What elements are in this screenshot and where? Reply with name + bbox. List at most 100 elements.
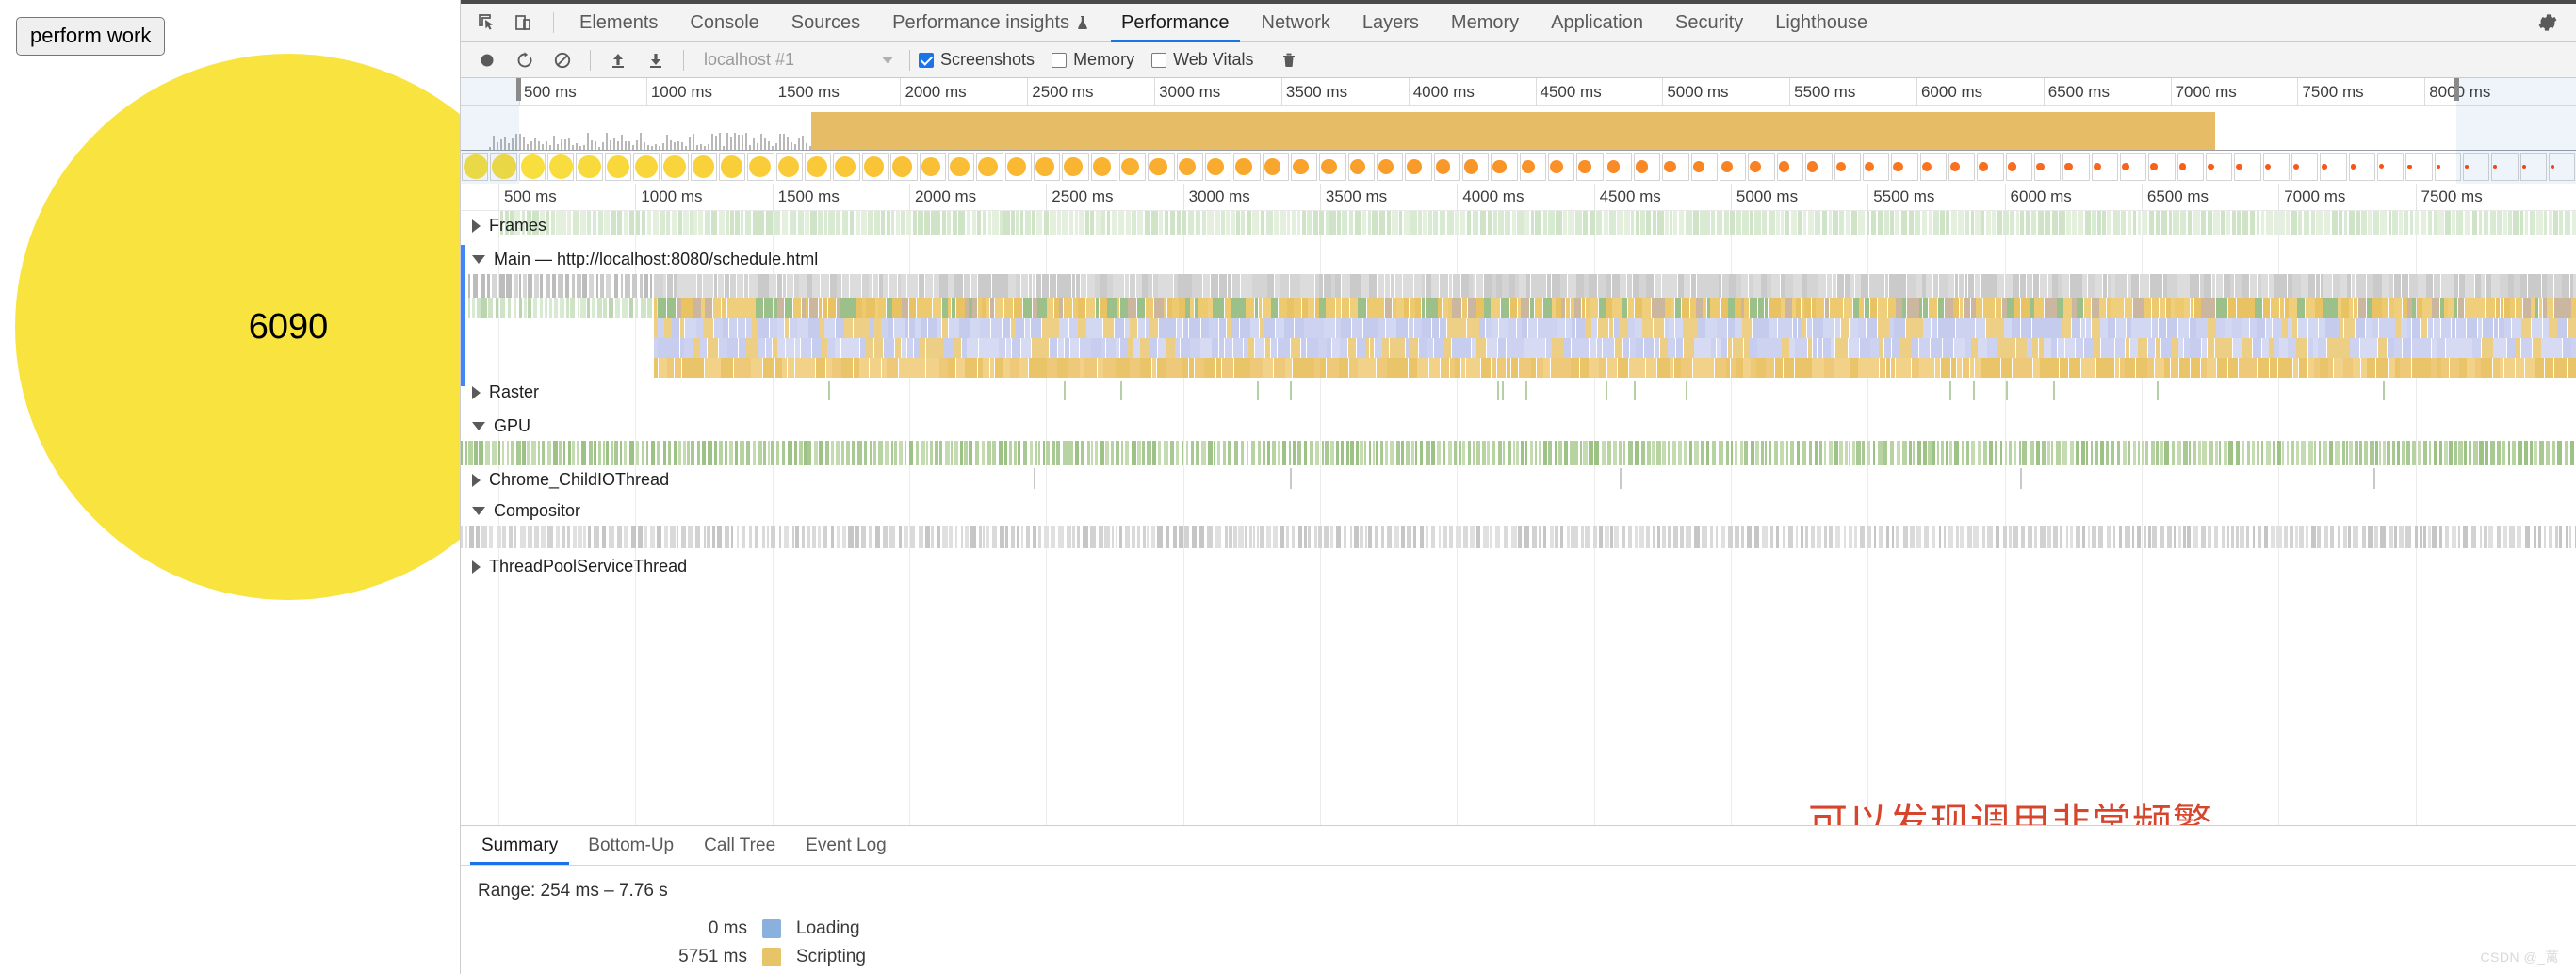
flame-event[interactable]: [752, 318, 758, 338]
flame-event[interactable]: [2223, 274, 2230, 298]
flame-event[interactable]: [1760, 318, 1769, 338]
flame-event[interactable]: [597, 298, 602, 318]
compositor-flame-row[interactable]: [461, 526, 2576, 548]
flame-event[interactable]: [853, 358, 859, 378]
flame-event[interactable]: [2428, 441, 2432, 465]
flame-event[interactable]: [1372, 441, 1375, 465]
filmstrip-frame[interactable]: [719, 153, 746, 181]
flame-event[interactable]: [2050, 318, 2062, 338]
flame-event[interactable]: [1518, 526, 1522, 548]
flame-event[interactable]: [1576, 318, 1581, 338]
flame-event[interactable]: [1446, 318, 1456, 338]
flame-event[interactable]: [2197, 441, 2201, 465]
flame-event[interactable]: [2237, 298, 2245, 318]
flame-event[interactable]: [969, 441, 973, 465]
flame-event[interactable]: [1589, 358, 1599, 378]
flame-event[interactable]: [964, 441, 968, 465]
flame-event[interactable]: [1116, 358, 1120, 378]
flame-event[interactable]: [1381, 338, 1390, 358]
flame-event[interactable]: [1916, 318, 1923, 338]
flame-event[interactable]: [1032, 298, 1037, 318]
flame-event[interactable]: [2288, 318, 2292, 338]
filmstrip-frame[interactable]: [2177, 153, 2204, 181]
flame-event[interactable]: [1418, 338, 1427, 358]
flame-event[interactable]: [1945, 441, 1949, 465]
flame-event[interactable]: [1329, 441, 1335, 465]
flame-event[interactable]: [1413, 274, 1422, 298]
flame-event[interactable]: [934, 338, 945, 358]
flame-event[interactable]: [791, 526, 794, 548]
flame-event[interactable]: [1100, 441, 1104, 465]
flame-event[interactable]: [2439, 526, 2443, 548]
flame-event[interactable]: [737, 318, 745, 338]
flame-event[interactable]: [532, 298, 538, 318]
flame-event[interactable]: [2454, 298, 2458, 318]
tab-layers[interactable]: Layers: [1346, 4, 1435, 42]
flame-event[interactable]: [1854, 526, 1857, 548]
flame-event[interactable]: [546, 526, 553, 548]
flame-event[interactable]: [1291, 526, 1295, 548]
flame-event[interactable]: [2294, 526, 2299, 548]
flame-event[interactable]: [685, 298, 693, 318]
flame-event[interactable]: [560, 298, 565, 318]
flame-event[interactable]: [1117, 274, 1125, 298]
flame-event[interactable]: [2547, 298, 2554, 318]
flame-event[interactable]: [1436, 441, 1442, 465]
flame-event[interactable]: [1646, 526, 1651, 548]
flame-event[interactable]: [1565, 298, 1571, 318]
flame-event[interactable]: [1834, 358, 1842, 378]
flame-event[interactable]: [1931, 318, 1937, 338]
flame-event[interactable]: [1734, 526, 1739, 548]
flame-event[interactable]: [778, 526, 782, 548]
flame-event[interactable]: [2133, 298, 2141, 318]
flame-event[interactable]: [1848, 441, 1851, 465]
flame-event[interactable]: [1683, 318, 1689, 338]
flame-event[interactable]: [1303, 441, 1308, 465]
flame-event[interactable]: [1820, 298, 1825, 318]
flame-event[interactable]: [2039, 274, 2048, 298]
flame-event[interactable]: [756, 298, 763, 318]
flame-event[interactable]: [2440, 298, 2444, 318]
main-flame-row[interactable]: [461, 298, 2576, 318]
flame-event[interactable]: [721, 298, 727, 318]
flame-event[interactable]: [1326, 338, 1332, 358]
flame-event[interactable]: [2218, 441, 2222, 465]
flame-event[interactable]: [2287, 274, 2292, 298]
flame-event[interactable]: [2365, 318, 2372, 338]
flame-event[interactable]: [1285, 358, 1293, 378]
flame-event[interactable]: [1986, 338, 1997, 358]
flame-event[interactable]: [2403, 338, 2412, 358]
flame-event[interactable]: [740, 441, 744, 465]
flame-event[interactable]: [1101, 338, 1106, 358]
flame-event[interactable]: [948, 358, 955, 378]
flame-event[interactable]: [1986, 318, 1996, 338]
flame-event[interactable]: [2433, 274, 2441, 298]
flame-event[interactable]: [2522, 298, 2531, 318]
flame-event[interactable]: [1585, 526, 1590, 548]
flame-event[interactable]: [1124, 441, 1129, 465]
flame-event[interactable]: [2514, 274, 2520, 298]
filmstrip-frame[interactable]: [2405, 153, 2433, 181]
flame-event[interactable]: [1029, 441, 1033, 465]
flame-event[interactable]: [488, 298, 494, 318]
flame-event[interactable]: [1694, 441, 1699, 465]
flame-event[interactable]: [2171, 298, 2175, 318]
flame-event[interactable]: [1476, 526, 1481, 548]
flame-event[interactable]: [2032, 358, 2040, 378]
flame-event[interactable]: [849, 274, 856, 298]
flame-event[interactable]: [571, 274, 575, 298]
flame-event[interactable]: [1736, 358, 1743, 378]
flame-event[interactable]: [887, 358, 899, 378]
flame-event[interactable]: [901, 298, 909, 318]
flame-event[interactable]: [1341, 298, 1350, 318]
flame-event[interactable]: [2500, 274, 2508, 298]
flame-event[interactable]: [2325, 318, 2332, 338]
flame-event[interactable]: [1366, 298, 1377, 318]
flame-event[interactable]: [789, 318, 798, 338]
flame-event[interactable]: [2333, 274, 2340, 298]
flame-event[interactable]: [2040, 358, 2049, 378]
flame-event[interactable]: [1157, 526, 1163, 548]
flame-event[interactable]: [1182, 318, 1189, 338]
flame-event[interactable]: [2495, 298, 2501, 318]
flame-event[interactable]: [972, 298, 978, 318]
